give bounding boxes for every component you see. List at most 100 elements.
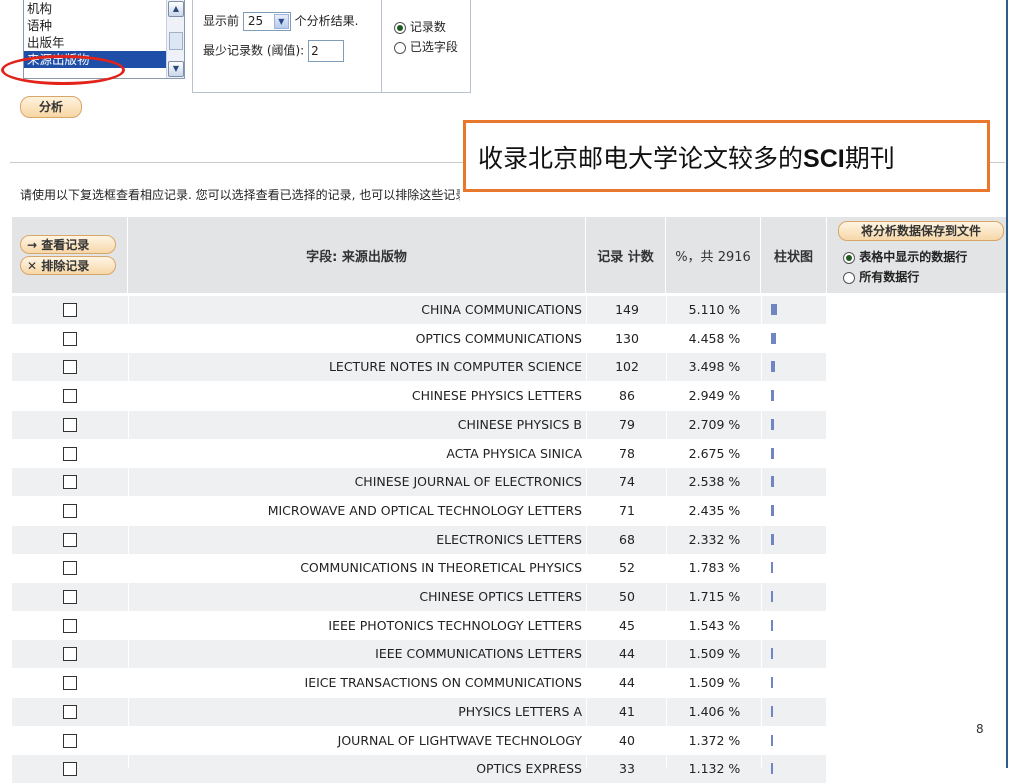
- table-row: IEEE COMMUNICATIONS LETTERS 44 1.509 %: [12, 640, 826, 669]
- view-records-button[interactable]: → 查看记录: [20, 235, 116, 254]
- row-field-name: MICROWAVE AND OPTICAL TECHNOLOGY LETTERS: [267, 502, 582, 518]
- header-count[interactable]: 记录 计数: [586, 217, 666, 293]
- table-row: COMMUNICATIONS IN THEORETICAL PHYSICS 52 1…: [12, 554, 826, 582]
- table-row: CHINESE PHYSICS B 79 2.709 %: [12, 410, 826, 439]
- header-bar: 柱状图: [761, 217, 827, 293]
- radio-selected-field[interactable]: [394, 41, 406, 54]
- row-checkbox[interactable]: [63, 360, 77, 375]
- row-checkbox[interactable]: [63, 704, 77, 719]
- table-row: OPTICS COMMUNICATIONS 130 4.458 %: [12, 325, 826, 353]
- field-option[interactable]: 出版年: [24, 34, 184, 51]
- row-checkbox[interactable]: [63, 647, 77, 662]
- radio-save-all[interactable]: [843, 271, 855, 284]
- radio-record-count[interactable]: [394, 21, 406, 34]
- scroll-up-icon[interactable]: ▲: [168, 1, 184, 17]
- table-row: IEICE TRANSACTIONS ON COMMUNICATIONS 44 1.…: [12, 669, 826, 697]
- row-field-name: LECTURE NOTES IN COMPUTER SCIENCE: [328, 359, 582, 375]
- row-record-count: 130: [615, 330, 639, 346]
- row-checkbox[interactable]: [63, 389, 77, 404]
- header-actions-cell: [12, 217, 128, 293]
- table-row: CHINESE PHYSICS LETTERS 86 2.949 %: [12, 382, 826, 410]
- header-percent[interactable]: %，共 2916: [666, 217, 761, 293]
- table-row: OPTICS EXPRESS 33 1.132 %: [12, 755, 826, 783]
- result-count-select[interactable]: 25 ▼: [242, 12, 291, 31]
- listbox-scrollbar[interactable]: ▲ ▼: [166, 0, 184, 78]
- row-field-name: COMMUNICATIONS IN THEORETICAL PHYSICS: [300, 560, 582, 576]
- chevron-down-icon[interactable]: ▼: [273, 14, 289, 29]
- row-checkbox[interactable]: [63, 676, 77, 691]
- row-percent: 3.498 %: [688, 359, 741, 375]
- row-percent: 4.458 %: [688, 330, 741, 346]
- row-checkbox[interactable]: [63, 503, 77, 518]
- scroll-down-icon[interactable]: ▼: [168, 61, 184, 77]
- row-record-count: 50: [619, 589, 635, 604]
- row-record-count: 78: [619, 445, 635, 461]
- row-record-count: 41: [619, 703, 635, 719]
- row-percent: 1.783 %: [688, 560, 741, 576]
- row-percent: 2.538 %: [688, 474, 741, 490]
- field-option[interactable]: 语种: [24, 17, 184, 34]
- row-checkbox[interactable]: [63, 475, 77, 490]
- row-bar: [771, 619, 773, 631]
- row-record-count: 102: [615, 359, 639, 375]
- min-records-input[interactable]: 2: [308, 40, 345, 62]
- row-record-count: 40: [619, 732, 635, 748]
- row-percent: 1.509 %: [688, 646, 741, 662]
- table-row: CHINESE JOURNAL OF ELECTRONICS 74 2.538 %: [12, 468, 826, 497]
- row-bar: [771, 705, 773, 717]
- radio-save-shown[interactable]: [843, 251, 855, 264]
- table-row: LECTURE NOTES IN COMPUTER SCIENCE 102 3.49…: [12, 353, 826, 382]
- row-record-count: 71: [619, 502, 635, 518]
- row-bar: [771, 390, 774, 402]
- annotation-prefix: 收录北京邮电大学论文较多的: [478, 144, 804, 173]
- annotation-callout: 收录北京邮电大学论文较多的SCI期刊: [463, 120, 990, 192]
- row-checkbox[interactable]: [63, 532, 77, 547]
- column-divider: [761, 293, 762, 768]
- row-record-count: 68: [619, 531, 635, 547]
- row-record-count: 44: [619, 675, 635, 691]
- row-record-count: 79: [619, 416, 635, 432]
- row-checkbox[interactable]: [63, 331, 77, 346]
- table-row: CHINESE OPTICS LETTERS 50 1.715 %: [12, 583, 826, 611]
- highlight-ellipse: [1, 55, 125, 85]
- row-field-name: CHINESE PHYSICS LETTERS: [411, 388, 582, 404]
- show-prefix-label: 显示前: [203, 14, 240, 28]
- analyze-button[interactable]: 分析: [20, 96, 82, 118]
- row-field-name: CHINESE OPTICS LETTERS: [419, 589, 582, 604]
- row-field-name: CHINESE JOURNAL OF ELECTRONICS: [354, 474, 582, 490]
- row-percent: 2.435 %: [688, 502, 741, 518]
- table-row: MICROWAVE AND OPTICAL TECHNOLOGY LETTERS…: [12, 497, 826, 525]
- table-row: ELECTRONICS LETTERS 68 2.332 %: [12, 525, 826, 554]
- options-panel: 显示前 25 ▼ 个分析结果. 最少记录数 (阈值): 2: [192, 0, 382, 93]
- annotation-bold: SCI: [803, 145, 845, 173]
- row-bar: [771, 304, 777, 315]
- row-checkbox[interactable]: [63, 446, 77, 461]
- exclude-records-button[interactable]: ✕ 排除记录: [20, 256, 116, 275]
- header-field[interactable]: 字段: 来源出版物: [128, 217, 586, 293]
- row-checkbox[interactable]: [63, 733, 77, 748]
- row-bar: [771, 447, 774, 459]
- row-bar: [771, 504, 774, 516]
- row-bar: [771, 763, 773, 775]
- row-checkbox[interactable]: [63, 590, 77, 604]
- row-record-count: 149: [615, 302, 639, 317]
- row-checkbox[interactable]: [63, 303, 77, 317]
- row-field-name: PHYSICS LETTERS A: [458, 703, 582, 719]
- table-row: PHYSICS LETTERS A 41 1.406 %: [12, 697, 826, 726]
- row-checkbox[interactable]: [63, 417, 77, 432]
- save-to-file-button[interactable]: 将分析数据保存到文件: [838, 221, 1004, 241]
- row-percent: 1.715 %: [688, 589, 741, 604]
- field-option[interactable]: 机构: [24, 0, 184, 17]
- instruction-text: 请使用以下复选框查看相应记录. 您可以选择查看已选择的记录, 也可以排除这些记录…: [20, 188, 460, 202]
- result-count-value: 25: [247, 14, 264, 28]
- scroll-thumb[interactable]: [169, 32, 183, 50]
- row-percent: 1.132 %: [688, 761, 741, 777]
- row-checkbox[interactable]: [63, 561, 77, 576]
- row-field-name: IEEE COMMUNICATIONS LETTERS: [375, 646, 582, 662]
- row-checkbox[interactable]: [63, 618, 77, 633]
- row-percent: 2.949 %: [688, 388, 741, 404]
- row-field-name: IEEE PHOTONICS TECHNOLOGY LETTERS: [328, 617, 582, 633]
- row-percent: 1.509 %: [688, 675, 741, 691]
- row-checkbox[interactable]: [63, 762, 77, 777]
- row-bar: [771, 533, 774, 545]
